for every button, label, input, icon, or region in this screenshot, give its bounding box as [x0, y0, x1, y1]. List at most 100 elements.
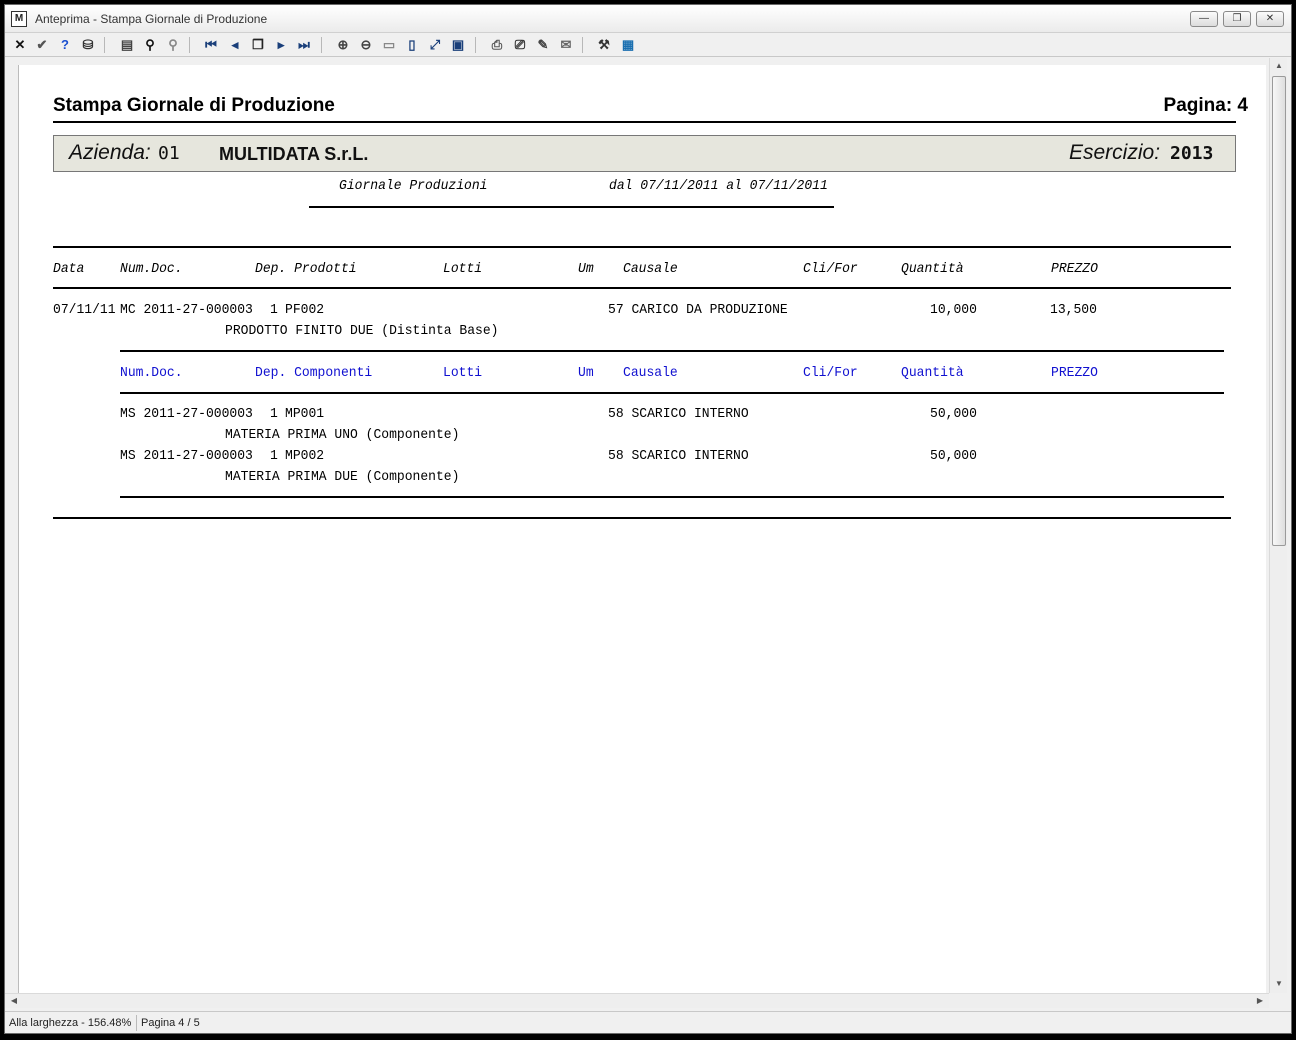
find-icon[interactable]: ⚲	[141, 36, 159, 54]
scroll-up-icon[interactable]: ▲	[1270, 58, 1288, 74]
status-bar: Alla larghezza - 156.48% Pagina 4 / 5	[5, 1011, 1291, 1033]
minimize-button[interactable]: —	[1190, 11, 1218, 27]
product-quantita: 10,000	[930, 302, 977, 318]
col-dep-prodotti: Dep. Prodotti	[255, 261, 357, 277]
app-icon: M	[11, 11, 27, 27]
component-2-quantita: 50,000	[930, 448, 977, 464]
horizontal-scrollbar[interactable]: ◀ ▶	[5, 993, 1269, 1008]
zoom-page-icon[interactable]: ▯	[403, 36, 421, 54]
scroll-left-icon[interactable]: ◀	[7, 994, 21, 1008]
toolbar: ✕ ✔ ? ⛁ ▤ ⚲ ⚲ ⏮ ◂ ❐ ▸ ⏭ ⊕ ⊖ ▭ ▯ ⤢ ▣ ⎙ ⎚ …	[5, 33, 1291, 57]
col-lotti: Lotti	[443, 261, 483, 277]
product-causale: 57 CARICO DA PRODUZIONE	[608, 302, 788, 318]
report-period: dal 07/11/2011 al 07/11/2011	[609, 178, 828, 194]
print-icon[interactable]: ⎙	[488, 36, 506, 54]
azienda-label: Azienda:	[69, 141, 151, 164]
product-data: 07/11/11	[53, 302, 116, 318]
page-select-icon[interactable]: ❐	[249, 36, 267, 54]
first-page-icon[interactable]: ⏮	[202, 36, 220, 54]
toolbar-separator	[104, 37, 105, 53]
comp-col-dep-componenti: Dep. Componenti	[255, 365, 373, 381]
comp-col-quantita: Quantità	[901, 365, 964, 381]
comp-col-clifor: Cli/For	[803, 365, 858, 381]
component-footer-rule	[120, 496, 1224, 498]
header-top-rule	[53, 246, 1231, 248]
close-preview-icon[interactable]: ✕	[11, 36, 29, 54]
component-header-bottom-rule	[120, 392, 1224, 394]
help-icon[interactable]: ?	[56, 36, 74, 54]
report-page: Stampa Giornale di Produzione Pagina: 4 …	[18, 65, 1266, 995]
toolbar-separator	[582, 37, 583, 53]
zoom-in-icon[interactable]: ⊕	[334, 36, 352, 54]
maximize-button[interactable]: ❐	[1223, 11, 1251, 27]
comp-col-numdoc: Num.Doc.	[120, 365, 183, 381]
section-footer-rule	[53, 517, 1231, 519]
col-um: Um	[578, 261, 594, 277]
window-title: Anteprima - Stampa Giornale di Produzion…	[35, 12, 268, 26]
export-icon[interactable]: ⛁	[79, 36, 97, 54]
component-1-causale: 58 SCARICO INTERNO	[608, 406, 749, 422]
comp-col-lotti: Lotti	[443, 365, 483, 381]
report-subtitle: Giornale Produzioni	[339, 178, 488, 194]
vertical-scrollbar[interactable]: ▲ ▼	[1269, 58, 1287, 993]
product-description: PRODOTTO FINITO DUE (Distinta Base)	[225, 323, 499, 339]
col-quantita: Quantità	[901, 261, 964, 277]
prev-page-icon[interactable]: ◂	[226, 36, 244, 54]
title-rule	[53, 121, 1236, 123]
subtitle-rule	[309, 206, 834, 208]
col-clifor: Cli/For	[803, 261, 858, 277]
product-prezzo: 13,500	[1050, 302, 1097, 318]
component-1-quantita: 50,000	[930, 406, 977, 422]
toolbar-separator	[475, 37, 476, 53]
print-setup-icon[interactable]: ⎚	[511, 36, 529, 54]
col-prezzo: PREZZO	[1051, 261, 1098, 277]
comp-col-causale: Causale	[623, 365, 678, 381]
toolbar-separator	[189, 37, 190, 53]
title-bar: M Anteprima - Stampa Giornale di Produzi…	[5, 5, 1291, 33]
tools-icon[interactable]: ⚒	[595, 36, 613, 54]
preview-area[interactable]: Stampa Giornale di Produzione Pagina: 4 …	[5, 58, 1291, 1008]
component-2-causale: 58 SCARICO INTERNO	[608, 448, 749, 464]
azienda-name: MULTIDATA S.r.L.	[219, 144, 369, 164]
email-icon[interactable]: ✉	[557, 36, 575, 54]
product-numdoc: MC 2011-27-000003	[120, 302, 253, 318]
product-code: PF002	[285, 302, 325, 318]
calculator-icon[interactable]: ▦	[619, 36, 637, 54]
scroll-down-icon[interactable]: ▼	[1270, 976, 1288, 992]
component-2-description: MATERIA PRIMA DUE (Componente)	[225, 469, 460, 485]
next-page-icon[interactable]: ▸	[272, 36, 290, 54]
zoom-100-icon[interactable]: ▣	[449, 36, 467, 54]
zoom-out-icon[interactable]: ⊖	[357, 36, 375, 54]
component-1-numdoc: MS 2011-27-000003	[120, 406, 253, 422]
report-page-number: Pagina: 4	[1163, 95, 1248, 116]
component-header-top-rule	[120, 350, 1224, 352]
find-next-icon[interactable]: ⚲	[164, 36, 182, 54]
status-zoom: Alla larghezza - 156.48%	[9, 1015, 137, 1031]
zoom-width-icon[interactable]: ▭	[380, 36, 398, 54]
component-2-numdoc: MS 2011-27-000003	[120, 448, 253, 464]
component-2-dep: 1	[270, 448, 278, 464]
header-bottom-rule	[53, 287, 1231, 289]
component-1-code: MP001	[285, 406, 325, 422]
last-page-icon[interactable]: ⏭	[295, 36, 313, 54]
col-numdoc: Num.Doc.	[120, 261, 183, 277]
close-button[interactable]: ✕	[1256, 11, 1284, 27]
setup-icon[interactable]: ▤	[118, 36, 136, 54]
esercizio-label: Esercizio:	[1069, 141, 1161, 164]
company-band: Azienda: 01 MULTIDATA S.r.L. Esercizio: …	[53, 135, 1236, 172]
confirm-icon[interactable]: ✔	[33, 36, 51, 54]
edit-icon[interactable]: ✎	[534, 36, 552, 54]
scroll-right-icon[interactable]: ▶	[1253, 994, 1267, 1008]
col-data: Data	[53, 261, 85, 277]
report-title: Stampa Giornale di Produzione	[53, 95, 335, 116]
azienda-code: 01	[158, 143, 180, 164]
toolbar-separator	[321, 37, 322, 53]
esercizio-value: 2013	[1170, 143, 1214, 164]
status-page: Pagina 4 / 5	[141, 1017, 200, 1029]
component-2-code: MP002	[285, 448, 325, 464]
zoom-fit-icon[interactable]: ⤢	[426, 36, 444, 54]
vertical-scroll-thumb[interactable]	[1272, 76, 1286, 546]
comp-col-um: Um	[578, 365, 594, 381]
component-1-description: MATERIA PRIMA UNO (Componente)	[225, 427, 460, 443]
product-dep: 1	[270, 302, 278, 318]
